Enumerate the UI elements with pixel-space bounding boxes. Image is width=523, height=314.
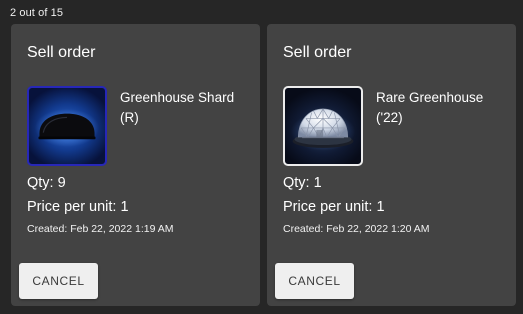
cancel-button[interactable]: CANCEL	[19, 263, 98, 299]
price-per-unit-text: Price per unit: 1	[283, 199, 385, 215]
item-name: Greenhouse Shard (R)	[120, 90, 235, 125]
cancel-button[interactable]: CANCEL	[275, 263, 354, 299]
item-thumbnail	[283, 86, 363, 166]
created-timestamp: Created: Feb 22, 2022 1:19 AM	[27, 223, 174, 235]
results-count-label: 2 out of 15	[10, 7, 64, 19]
item-thumbnail	[27, 86, 107, 166]
price-per-unit-text: Price per unit: 1	[27, 199, 129, 215]
card-heading: Sell order	[27, 44, 96, 61]
geodesic-greenhouse-dome-icon	[290, 108, 356, 151]
quantity-text: Qty: 9	[27, 175, 66, 191]
item-name: Rare Greenhouse ('22)	[376, 90, 484, 125]
dark-dome-shard-icon	[34, 108, 100, 147]
created-timestamp: Created: Feb 22, 2022 1:20 AM	[283, 223, 430, 235]
card-heading: Sell order	[283, 44, 352, 61]
sell-order-card: Sell order Greenhouse Shard (R) Qty: 9 P…	[11, 24, 260, 306]
quantity-text: Qty: 1	[283, 175, 322, 191]
sell-order-card: Sell order Rare Greenhouse ('22) Qty: 1 …	[267, 24, 516, 306]
